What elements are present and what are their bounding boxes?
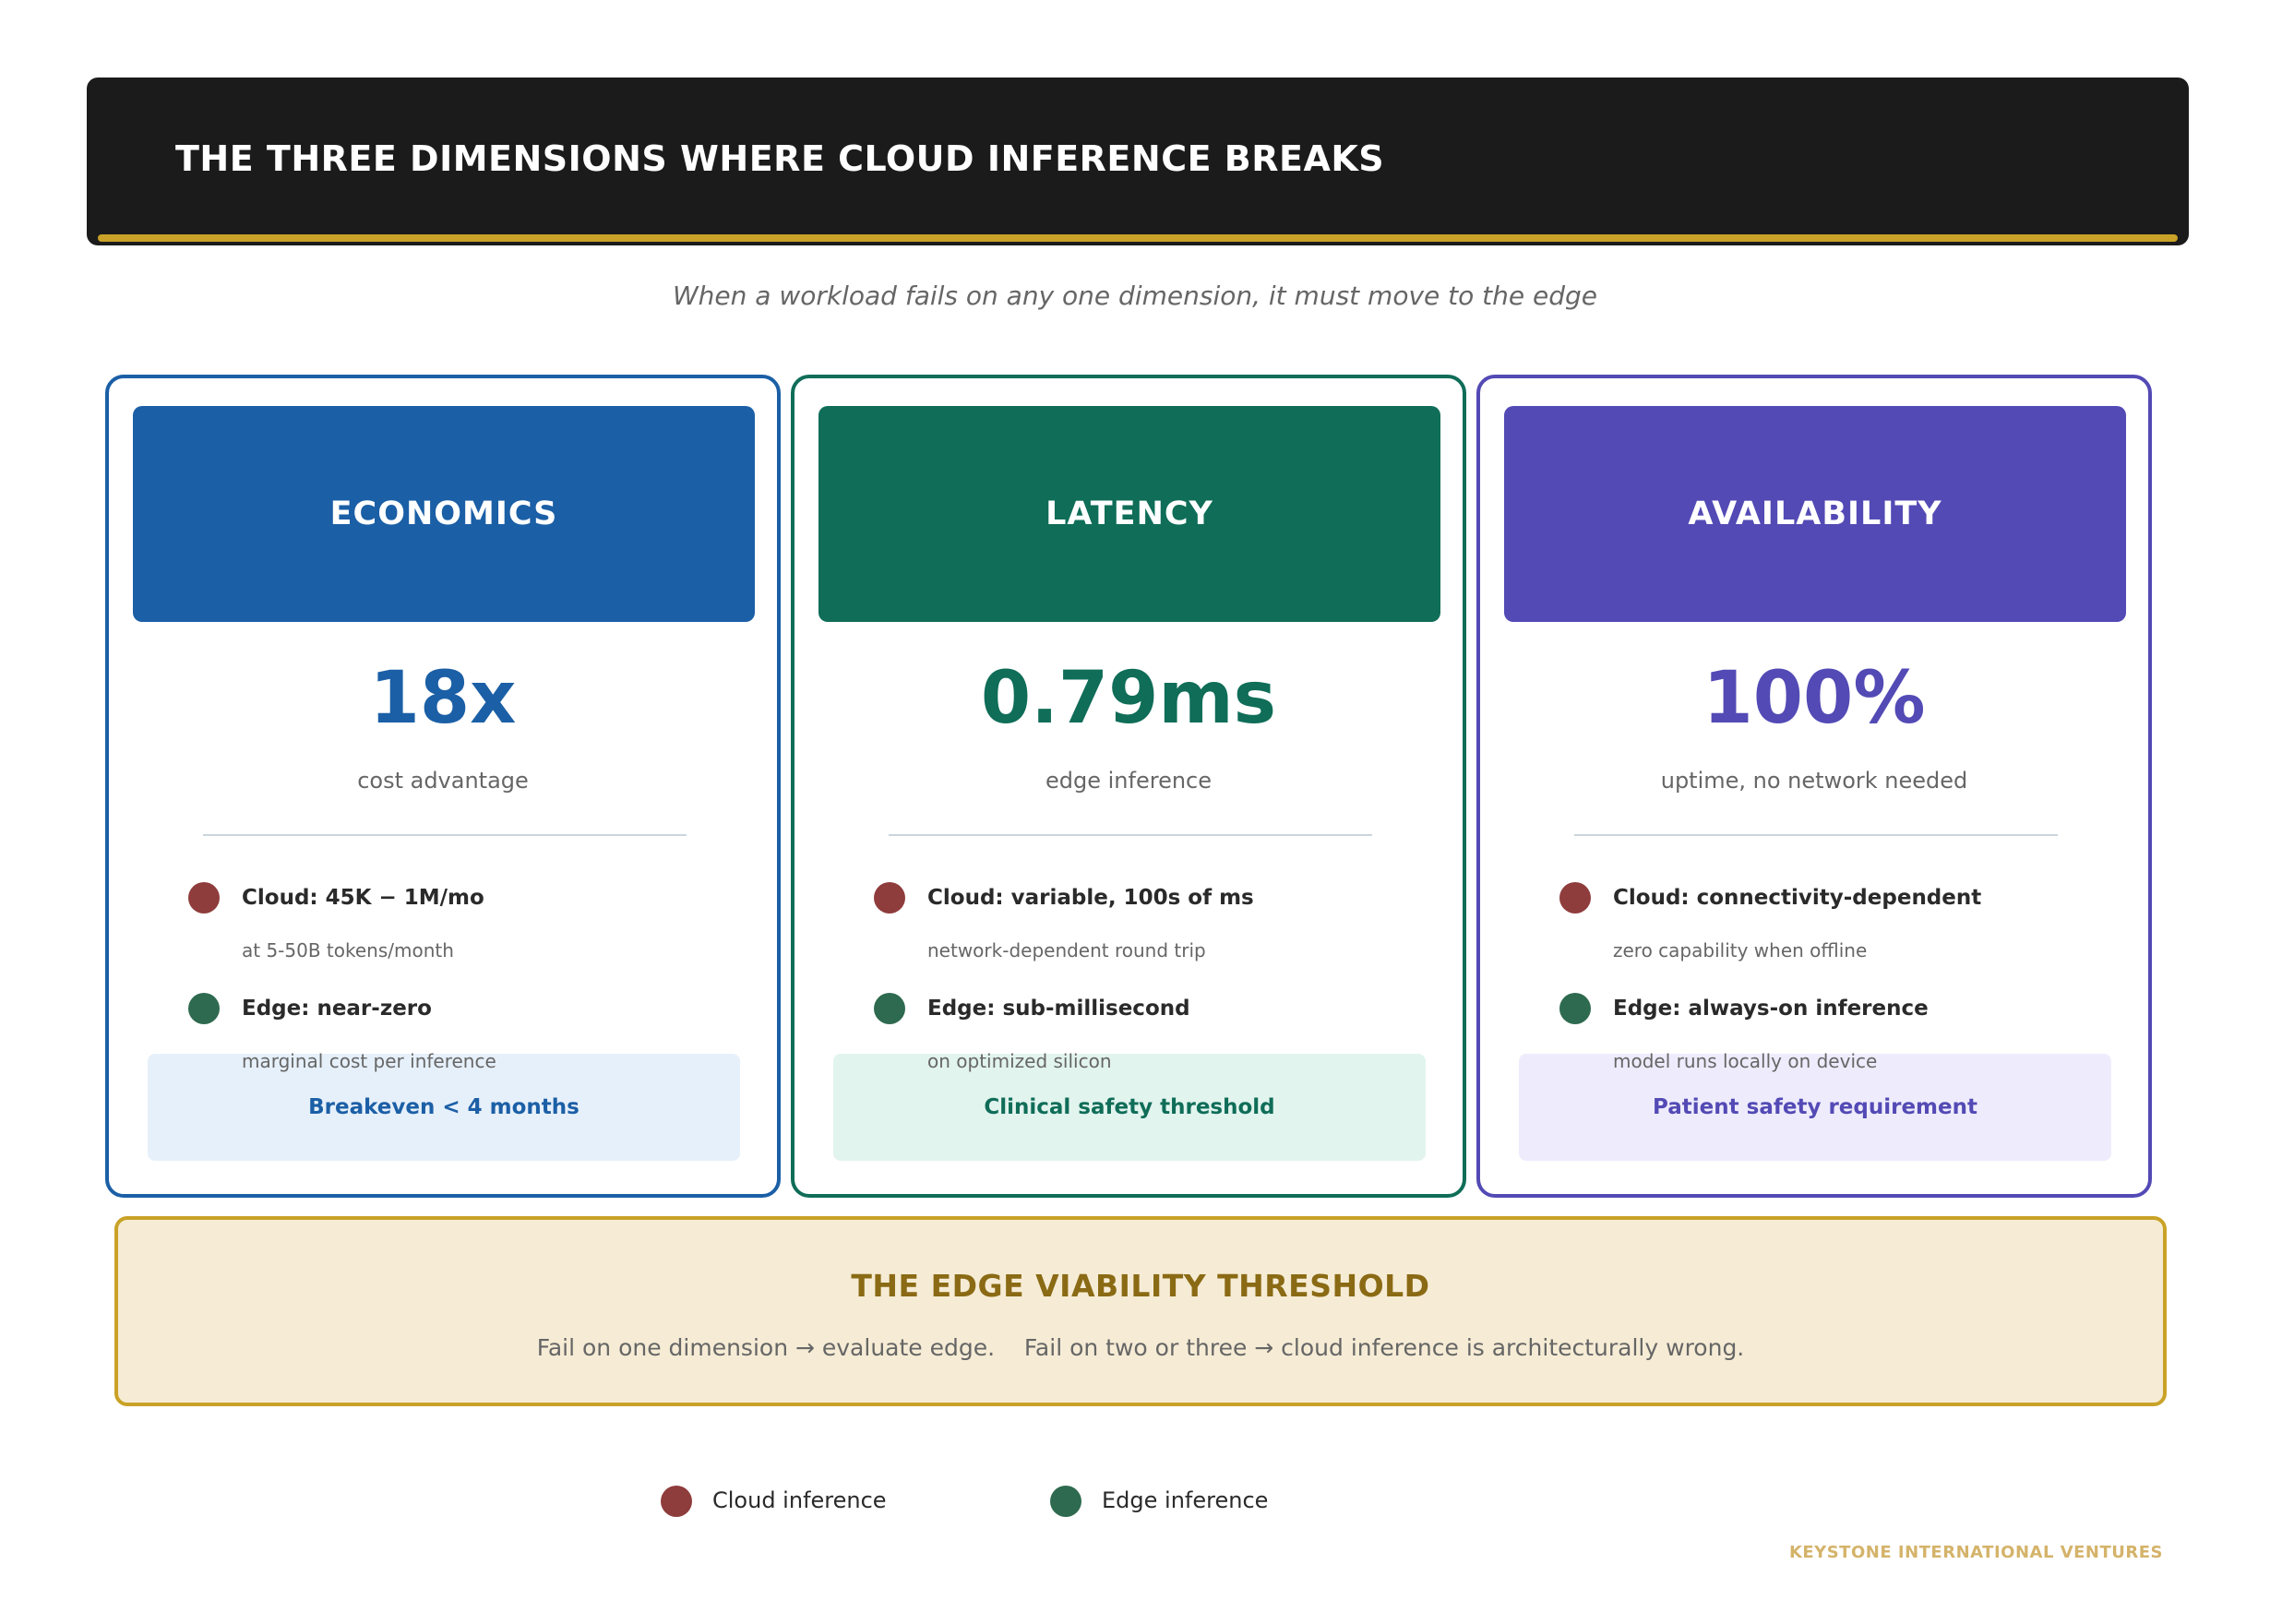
- latency-card-header: LATENCY: [818, 406, 1440, 622]
- economics-metric-label: cost advantage: [357, 768, 529, 794]
- edge-viability-threshold-box: THE EDGE VIABILITY THRESHOLD Fail on one…: [114, 1216, 2167, 1406]
- latency-divider: [889, 834, 1372, 836]
- latency-card: LATENCY 0.79ms edge inference Clinical s…: [791, 375, 1466, 1198]
- latency-metric: 0.79ms: [980, 657, 1277, 740]
- availability-cloud-detail: zero capability when offline: [1613, 939, 1868, 961]
- legend-edge-label: Edge inference: [1102, 1487, 1269, 1513]
- legend-cloud-marker-icon: [661, 1486, 692, 1517]
- cloud-marker-icon: [188, 882, 220, 914]
- cloud-marker-icon: [874, 882, 905, 914]
- footer-brand: KEYSTONE INTERNATIONAL VENTURES: [1788, 1543, 2163, 1562]
- availability-metric-label: uptime, no network needed: [1660, 768, 1968, 794]
- edge-marker-icon: [1559, 993, 1591, 1024]
- economics-cloud-detail: at 5-50B tokens/month: [242, 939, 454, 961]
- latency-callout: Clinical safety threshold: [833, 1054, 1426, 1161]
- latency-cloud-point: Cloud: variable, 100s of ms: [927, 886, 1254, 910]
- availability-edge-point: Edge: always-on inference: [1613, 997, 1929, 1021]
- economics-edge-point: Edge: near-zero: [242, 997, 432, 1021]
- economics-edge-detail: marginal cost per inference: [242, 1050, 496, 1072]
- threshold-text: Fail on one dimension → evaluate edge. F…: [536, 1334, 1745, 1361]
- edge-marker-icon: [188, 993, 220, 1024]
- latency-cloud-detail: network-dependent round trip: [927, 939, 1206, 961]
- availability-card: AVAILABILITY 100% uptime, no network nee…: [1476, 375, 2152, 1198]
- legend-edge-marker-icon: [1050, 1486, 1081, 1517]
- header-banner: THE THREE DIMENSIONS WHERE CLOUD INFEREN…: [87, 78, 2189, 245]
- page-subtitle: When a workload fails on any one dimensi…: [672, 281, 1598, 311]
- economics-card-header: ECONOMICS: [133, 406, 755, 622]
- availability-metric: 100%: [1702, 657, 1926, 740]
- page-title: THE THREE DIMENSIONS WHERE CLOUD INFEREN…: [175, 138, 1385, 179]
- economics-metric: 18x: [369, 657, 517, 740]
- latency-edge-detail: on optimized silicon: [927, 1050, 1112, 1072]
- economics-cloud-point: Cloud: 45K − 1M/mo: [242, 886, 484, 910]
- economics-divider: [203, 834, 687, 836]
- cloud-marker-icon: [1559, 882, 1591, 914]
- latency-metric-label: edge inference: [1045, 768, 1212, 794]
- economics-card: ECONOMICS 18x cost advantage Breakeven <…: [105, 375, 781, 1198]
- availability-cloud-point: Cloud: connectivity-dependent: [1613, 886, 1982, 910]
- legend-cloud-label: Cloud inference: [712, 1487, 887, 1513]
- threshold-title: THE EDGE VIABILITY THRESHOLD: [851, 1268, 1430, 1304]
- edge-marker-icon: [874, 993, 905, 1024]
- availability-card-header: AVAILABILITY: [1504, 406, 2126, 622]
- availability-edge-detail: model runs locally on device: [1613, 1050, 1878, 1072]
- availability-divider: [1574, 834, 2058, 836]
- header-accent-line: [98, 234, 2178, 242]
- latency-edge-point: Edge: sub-millisecond: [927, 997, 1190, 1021]
